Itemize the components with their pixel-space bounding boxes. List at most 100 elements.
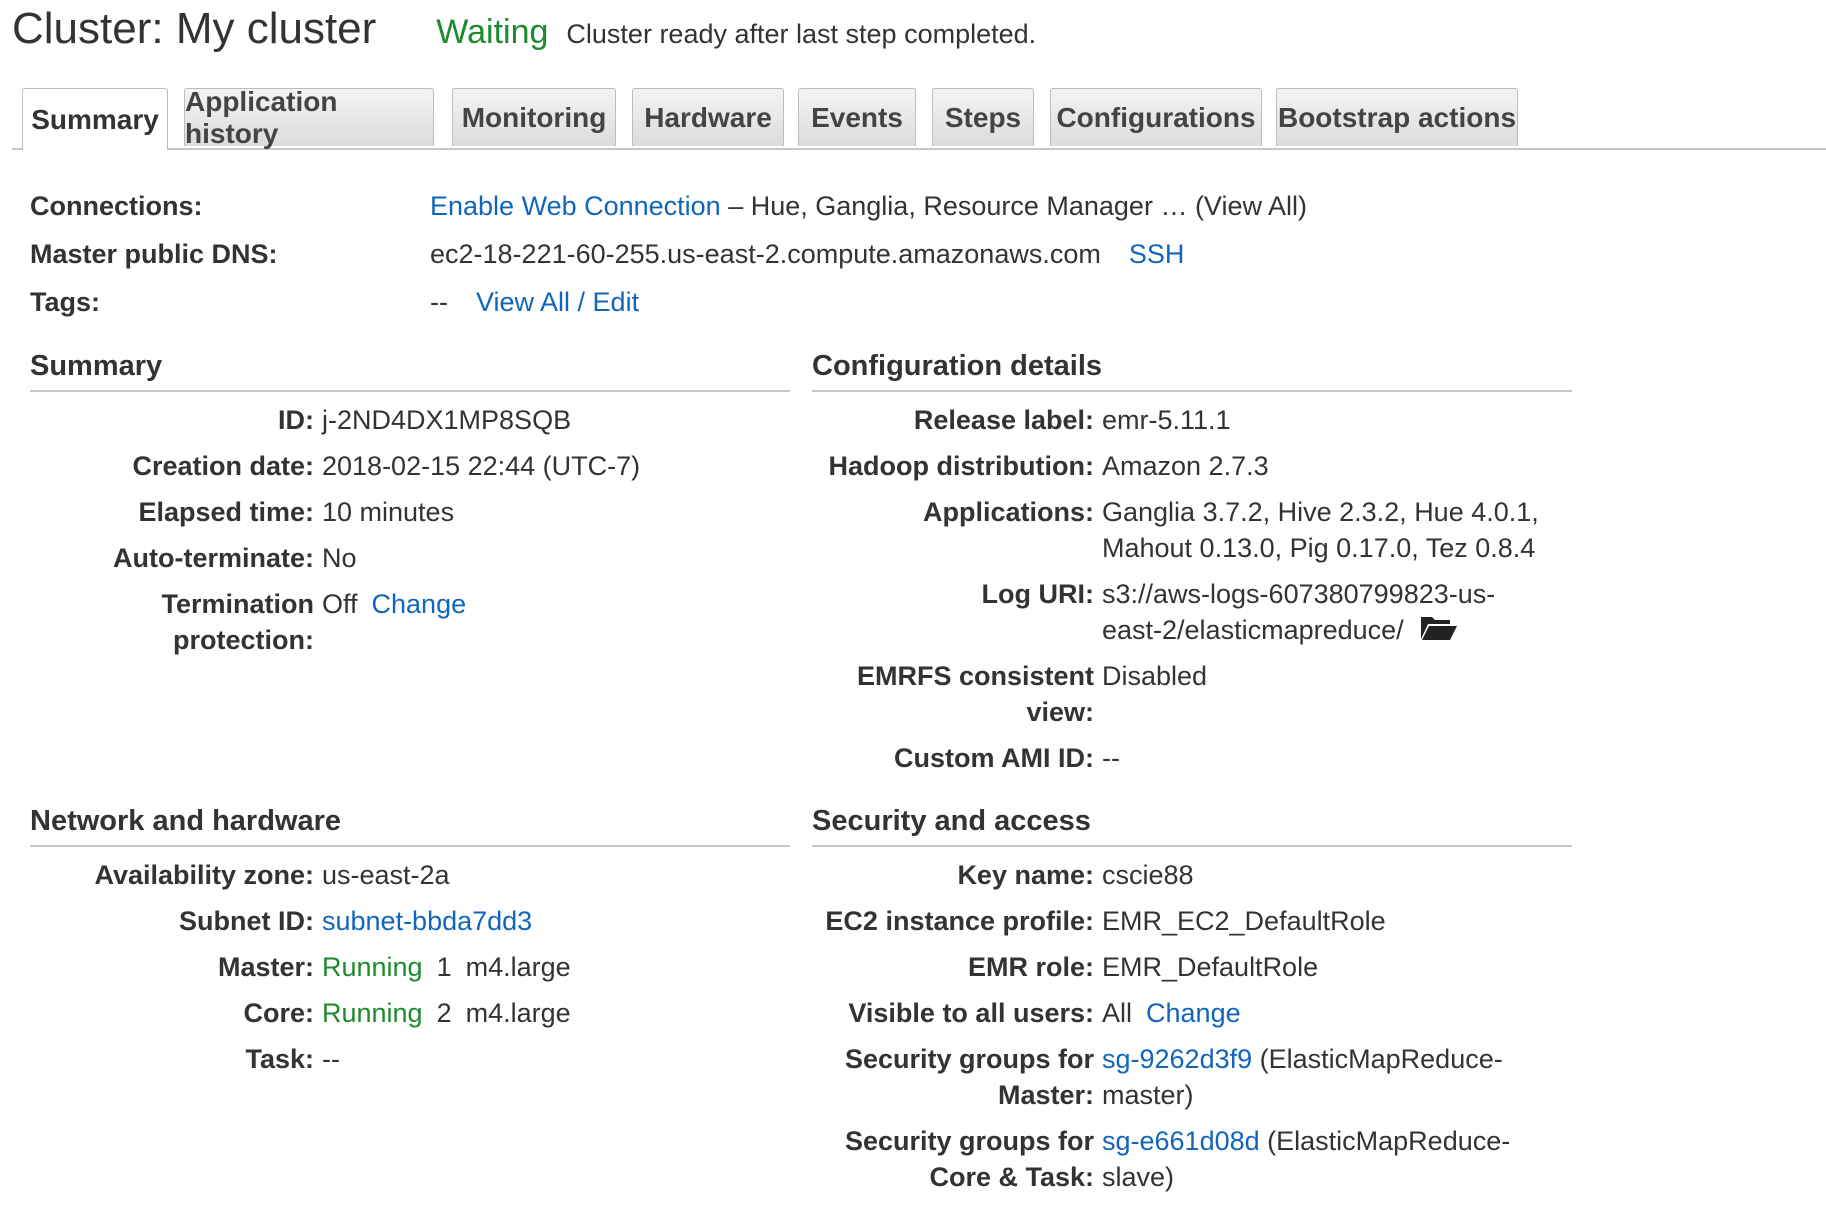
master-node-row: Master: Running 1 m4.large (30, 949, 790, 985)
emr-role: EMR_DefaultRole (1102, 952, 1319, 982)
cluster-state-message: Cluster ready after last step completed. (566, 19, 1037, 49)
key-name: cscie88 (1102, 860, 1194, 890)
instance-profile: EMR_EC2_DefaultRole (1102, 906, 1386, 936)
termination-protection: Off (322, 589, 358, 619)
termination-protection-label: Termination protection: (161, 589, 314, 655)
availability-zone: us-east-2a (322, 860, 450, 890)
termination-protection-value: Off Change (322, 586, 782, 622)
security-access-section: Security and access Key name: cscie88 EC… (812, 805, 1572, 1195)
creation-date-label: Creation date: (132, 451, 314, 481)
network-hardware-heading: Network and hardware (30, 805, 790, 847)
emrfs-label: EMRFS consistent view: (856, 661, 1094, 727)
master-instance-type: m4.large (465, 952, 571, 982)
task-node-row: Task: -- (30, 1041, 790, 1077)
emrfs-row: EMRFS consistent view: Disabled (812, 658, 1572, 730)
visible-users-label: Visible to all users: (848, 998, 1094, 1028)
master-status: Running (322, 952, 423, 982)
change-termination-link[interactable]: Change (372, 589, 467, 619)
subnet-id-value: subnet-bbda7dd3 (322, 903, 782, 939)
availability-zone-label: Availability zone: (94, 860, 314, 890)
visible-users-value: All Change (1102, 995, 1582, 1031)
connections-label: Connections: (30, 190, 203, 221)
visible-users: All (1102, 998, 1133, 1028)
instance-profile-label: EC2 instance profile: (825, 906, 1094, 936)
cluster-id: j-2ND4DX1MP8SQB (322, 405, 572, 435)
core-node-row: Core: Running 2 m4.large (30, 995, 790, 1031)
subnet-id-label: Subnet ID: (179, 906, 314, 936)
elapsed-time-label: Elapsed time: (138, 497, 314, 527)
visible-users-row: Visible to all users: All Change (812, 995, 1572, 1031)
log-uri: s3://aws-logs-607380799823-us-east-2/ela… (1102, 576, 1582, 650)
hadoop-distribution-row: Hadoop distribution: Amazon 2.7.3 (812, 448, 1572, 484)
tab-label: Events (811, 101, 903, 133)
tags-label: Tags: (30, 286, 101, 317)
connections-apps: – Hue, Ganglia, Resource Manager … (View… (720, 190, 1307, 221)
core-node-value: Running 2 m4.large (322, 995, 782, 1031)
tab-summary[interactable]: Summary (22, 88, 168, 150)
connections-value: Enable Web Connection – Hue, Ganglia, Re… (430, 191, 1307, 222)
sg-master-value: sg-9262d3f9 (ElasticMapReduce-master) (1102, 1044, 1503, 1110)
master-dns-value: ec2-18-221-60-255.us-east-2.compute.amaz… (430, 239, 1184, 270)
tab-bootstrap-actions[interactable]: Bootstrap actions (1276, 88, 1518, 146)
tab-label: Monitoring (461, 101, 607, 133)
subnet-id-link[interactable]: subnet-bbda7dd3 (322, 906, 532, 936)
tags-value: -- View All / Edit (430, 287, 639, 318)
termination-protection-row: Termination protection: Off Change (30, 586, 790, 658)
tab-hardware[interactable]: Hardware (632, 88, 784, 146)
custom-ami-label: Custom AMI ID: (894, 743, 1094, 773)
elapsed-time-row: Elapsed time: 10 minutes (30, 494, 790, 530)
tab-label: Steps (944, 101, 1022, 133)
release-label-label: Release label: (913, 405, 1094, 435)
tab-steps[interactable]: Steps (932, 88, 1034, 146)
master-dns-label: Master public DNS: (30, 238, 278, 269)
sg-core-task-link[interactable]: sg-e661d08d (1102, 1126, 1260, 1156)
custom-ami-row: Custom AMI ID: -- (812, 740, 1572, 776)
log-uri-row: Log URI: s3://aws-logs-607380799823-us-e… (812, 576, 1572, 648)
master-node-label: Master: (217, 952, 314, 982)
tab-monitoring[interactable]: Monitoring (452, 88, 616, 146)
summary-heading: Summary (30, 350, 790, 392)
sg-core-task-label: Security groups for Core & Task: (844, 1126, 1094, 1192)
auto-terminate-row: Auto-terminate: No (30, 540, 790, 576)
summary-section: Summary ID: j-2ND4DX1MP8SQB Creation dat… (30, 350, 790, 658)
availability-zone-row: Availability zone: us-east-2a (30, 857, 790, 893)
folder-open-icon[interactable] (1420, 613, 1458, 650)
cluster-state: Waiting (436, 13, 549, 51)
master-node-value: Running 1 m4.large (322, 949, 782, 985)
hadoop-distribution-label: Hadoop distribution: (828, 451, 1094, 481)
applications-label: Applications: (922, 497, 1094, 527)
view-edit-tags-link[interactable]: View All / Edit (476, 287, 639, 317)
enable-web-connection-link[interactable]: Enable Web Connection (430, 191, 721, 221)
release-label: emr-5.11.1 (1102, 405, 1231, 435)
task-node-label: Task: (245, 1044, 314, 1074)
creation-date: 2018-02-15 22:44 (UTC-7) (322, 451, 641, 481)
sg-core-task-row: Security groups for Core & Task: sg-e661d… (812, 1123, 1572, 1195)
configuration-heading: Configuration details (812, 350, 1572, 392)
hadoop-distribution: Amazon 2.7.3 (1102, 451, 1269, 481)
security-access-heading: Security and access (812, 805, 1572, 847)
sg-core-task-value: sg-e661d08d (ElasticMapReduce-slave) (1102, 1126, 1511, 1192)
auto-terminate-label: Auto-terminate: (113, 543, 314, 573)
change-visibility-link[interactable]: Change (1146, 998, 1241, 1028)
cluster-id-row: ID: j-2ND4DX1MP8SQB (30, 402, 790, 438)
sg-master-link[interactable]: sg-9262d3f9 (1102, 1044, 1252, 1074)
master-dns: ec2-18-221-60-255.us-east-2.compute.amaz… (430, 238, 1101, 269)
key-name-row: Key name: cscie88 (812, 857, 1572, 893)
task-node: -- (322, 1044, 340, 1074)
ssh-link[interactable]: SSH (1129, 239, 1185, 269)
key-name-label: Key name: (957, 860, 1094, 890)
tab-configurations[interactable]: Configurations (1050, 88, 1262, 146)
sg-master-label: Security groups for Master: (844, 1044, 1094, 1110)
tab-events[interactable]: Events (798, 88, 916, 146)
subnet-id-row: Subnet ID: subnet-bbda7dd3 (30, 903, 790, 939)
applications-row: Applications: Ganglia 3.7.2, Hive 2.3.2,… (812, 494, 1572, 566)
page-title: Cluster: My cluster (12, 4, 377, 53)
auto-terminate: No (322, 543, 357, 573)
cluster-header: Cluster: My cluster Waiting Cluster read… (12, 4, 1036, 60)
sg-master-row: Security groups for Master: sg-9262d3f9 (… (812, 1041, 1572, 1113)
applications: Ganglia 3.7.2, Hive 2.3.2, Hue 4.0.1, Mah… (1102, 497, 1539, 563)
core-instance-type: m4.large (465, 998, 571, 1028)
tab-application-history[interactable]: Application history (184, 86, 434, 149)
core-count: 2 (436, 998, 452, 1028)
master-count: 1 (436, 952, 452, 982)
